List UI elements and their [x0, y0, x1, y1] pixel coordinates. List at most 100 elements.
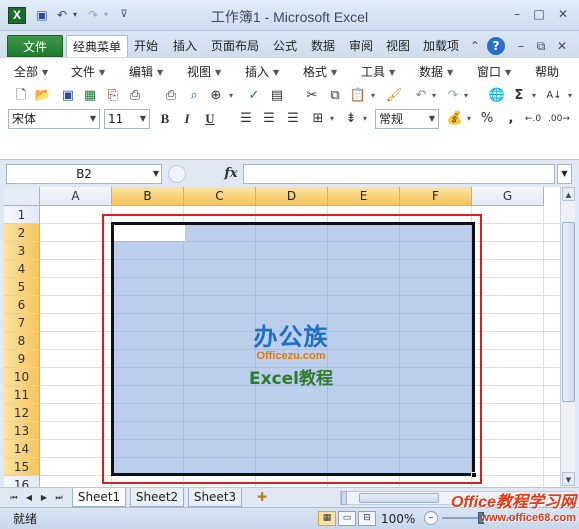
row-header-6[interactable]: 6 — [4, 296, 40, 314]
horizontal-scroll-thumb[interactable] — [359, 493, 439, 503]
font-size-select[interactable]: 11 ▼ — [104, 109, 150, 129]
comma-style-button[interactable]: , — [502, 110, 520, 128]
normal-view-button[interactable]: ▦ — [318, 511, 336, 526]
redo-icon[interactable]: ↷ — [444, 87, 462, 105]
chevron-down-icon[interactable]: ▾ — [430, 87, 438, 105]
row-header-8[interactable]: 8 — [4, 332, 40, 350]
help-icon[interactable]: ? — [487, 37, 505, 55]
row-header-13[interactable]: 13 — [4, 422, 40, 440]
save-icon[interactable]: ▣ — [59, 87, 77, 105]
currency-format-icon[interactable]: 💰 — [446, 110, 464, 128]
menu-tools[interactable]: 工具 ▼ — [361, 62, 395, 82]
row-header-15[interactable]: 15 — [4, 458, 40, 476]
increase-decimal-icon[interactable]: ←.0 — [524, 110, 542, 128]
print-preview-icon[interactable]: ⌕ — [185, 87, 203, 105]
align-right-icon[interactable]: ☰ — [284, 110, 302, 128]
formula-input[interactable] — [243, 164, 555, 184]
pdf-icon[interactable]: ⎘ — [104, 87, 122, 105]
font-name-select[interactable]: 宋体 ▼ — [8, 109, 100, 129]
sort-ascending-icon[interactable]: A↓ — [545, 87, 563, 105]
minimize-button[interactable]: – — [506, 5, 528, 23]
tab-classic-menu[interactable]: 经典菜单 — [66, 35, 128, 57]
chevron-down-icon[interactable]: ▾ — [566, 87, 574, 105]
select-all-button[interactable] — [4, 187, 40, 206]
vertical-scrollbar[interactable]: ▲ ▼ — [560, 187, 575, 487]
restore-workbook-icon[interactable]: ⧉ — [532, 37, 550, 55]
percent-button[interactable]: % — [478, 110, 496, 128]
chevron-down-icon[interactable]: ▾ — [227, 87, 235, 105]
text-direction-icon[interactable]: ⇟ — [342, 110, 360, 128]
row-header-12[interactable]: 12 — [4, 404, 40, 422]
chevron-down-icon[interactable]: ▾ — [369, 87, 377, 105]
close-workbook-icon[interactable]: ✕ — [553, 37, 571, 55]
next-sheet-icon[interactable]: ▶ — [38, 491, 50, 505]
row-header-5[interactable]: 5 — [4, 278, 40, 296]
menu-window[interactable]: 窗口 ▼ — [477, 62, 511, 82]
format-painter-icon[interactable]: 🖌 — [385, 87, 403, 105]
decrease-decimal-icon[interactable]: .00→ — [548, 110, 570, 128]
vertical-scroll-thumb[interactable] — [562, 222, 575, 402]
last-sheet-icon[interactable]: ⏭ — [53, 491, 65, 505]
expand-formula-bar-button[interactable]: ▼ — [557, 164, 572, 184]
chevron-down-icon[interactable]: ▾ — [465, 110, 473, 128]
sheet-tab-sheet1[interactable]: Sheet1 — [72, 488, 126, 507]
sheet-tab-sheet3[interactable]: Sheet3 — [188, 488, 242, 507]
close-button[interactable]: ✕ — [552, 5, 574, 23]
number-format-select[interactable]: 常规 ▼ — [375, 109, 439, 129]
excel-sheet-icon[interactable]: ▦ — [81, 87, 99, 105]
menu-file[interactable]: 文件 ▼ — [71, 62, 105, 82]
row-header-1[interactable]: 1 — [4, 206, 40, 224]
menu-edit[interactable]: 编辑 ▼ — [129, 62, 163, 82]
scroll-up-button[interactable]: ▲ — [562, 187, 575, 201]
insert-function-button[interactable]: fx — [222, 164, 240, 184]
maximize-button[interactable]: □ — [528, 5, 550, 23]
tab-split-handle[interactable] — [341, 491, 347, 505]
open-folder-icon[interactable]: 📂 — [34, 87, 52, 105]
tab-page-layout[interactable]: 页面布局 — [208, 35, 262, 57]
chevron-down-icon[interactable]: ▾ — [361, 110, 369, 128]
menu-all[interactable]: 全部 ▼ — [14, 62, 48, 82]
zoom-level[interactable]: 100% — [381, 511, 415, 527]
italic-button[interactable]: I — [178, 110, 196, 128]
menu-insert[interactable]: 插入 ▼ — [245, 62, 279, 82]
copy-icon[interactable]: ⧉ — [326, 87, 344, 105]
zoom-out-button[interactable]: – — [424, 511, 438, 525]
formula-bar-splitter[interactable] — [168, 165, 186, 183]
menu-view[interactable]: 视图 ▼ — [187, 62, 221, 82]
column-header-e[interactable]: E — [328, 187, 400, 206]
row-header-2[interactable]: 2 — [4, 224, 40, 242]
insert-sheet-icon[interactable]: ✚ — [253, 489, 271, 506]
spelling-check-icon[interactable]: ✓ — [245, 87, 263, 105]
tab-insert[interactable]: 插入 — [170, 35, 200, 57]
row-header-16[interactable]: 16 — [4, 476, 40, 487]
menu-format[interactable]: 格式 ▼ — [303, 62, 337, 82]
collapse-ribbon-icon[interactable]: ⌃ — [466, 37, 484, 55]
menu-data[interactable]: 数据 ▼ — [419, 62, 453, 82]
scroll-down-button[interactable]: ▼ — [562, 472, 575, 486]
chevron-down-icon[interactable]: ▾ — [530, 87, 538, 105]
column-header-c[interactable]: C — [184, 187, 256, 206]
bold-button[interactable]: B — [156, 110, 174, 128]
row-header-14[interactable]: 14 — [4, 440, 40, 458]
cut-icon[interactable]: ✂ — [303, 87, 321, 105]
row-header-10[interactable]: 10 — [4, 368, 40, 386]
undo-icon[interactable]: ↶ — [412, 87, 430, 105]
row-header-9[interactable]: 9 — [4, 350, 40, 368]
name-box[interactable]: B2 ▼ — [6, 164, 162, 184]
zoom-slider-knob[interactable] — [478, 512, 484, 524]
previous-sheet-icon[interactable]: ◀ — [23, 491, 35, 505]
tab-view[interactable]: 视图 — [383, 35, 413, 57]
row-header-4[interactable]: 4 — [4, 260, 40, 278]
merge-center-icon[interactable]: ⊞ — [309, 110, 327, 128]
tab-data[interactable]: 数据 — [308, 35, 338, 57]
align-center-icon[interactable]: ☰ — [260, 110, 278, 128]
tab-review[interactable]: 审阅 — [346, 35, 376, 57]
first-sheet-icon[interactable]: ⏮ — [8, 491, 20, 505]
chevron-down-icon[interactable]: ▾ — [462, 87, 470, 105]
column-header-d[interactable]: D — [256, 187, 328, 206]
minimize-workbook-icon[interactable]: – — [512, 37, 530, 55]
tab-home[interactable]: 开始 — [131, 35, 161, 57]
chevron-down-icon[interactable]: ▾ — [328, 110, 336, 128]
column-header-a[interactable]: A — [40, 187, 112, 206]
tab-file[interactable]: 文件 — [7, 35, 63, 57]
